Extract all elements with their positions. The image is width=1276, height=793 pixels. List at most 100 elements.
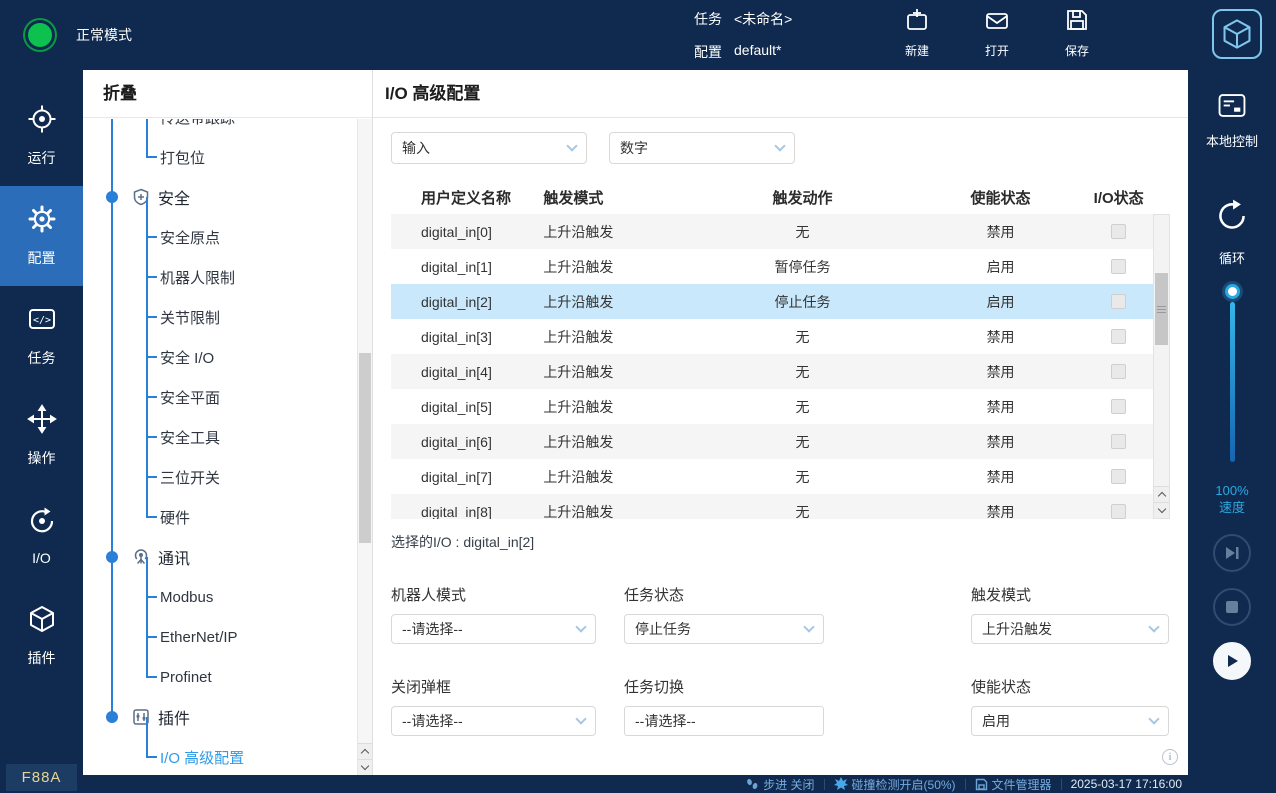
task-state-field: 任务状态 停止任务 (624, 584, 824, 644)
io-direction-select[interactable]: 输入 (391, 132, 587, 164)
speed-slider-thumb[interactable] (1225, 284, 1240, 299)
play-button[interactable] (1213, 642, 1251, 680)
speed-slider[interactable] (1188, 284, 1276, 462)
tree-connector-stub (146, 396, 157, 398)
table-row[interactable]: digital_in[3]上升沿触发无禁用 (391, 319, 1170, 354)
table-row[interactable]: digital_in[4]上升沿触发无禁用 (391, 354, 1170, 389)
table-row[interactable]: digital_in[6]上升沿触发无禁用 (391, 424, 1170, 459)
loop-label: 循环 (1219, 248, 1245, 267)
tree-item-profinet[interactable]: Profinet (83, 657, 357, 697)
io-state-checkbox[interactable] (1111, 399, 1126, 414)
divider (965, 779, 966, 790)
tree-scrollbar[interactable] (357, 119, 372, 775)
tree-item-modbus[interactable]: Modbus (83, 577, 357, 617)
scroll-down-button[interactable] (358, 759, 372, 775)
tree-item-robot-limits[interactable]: 机器人限制 (83, 257, 357, 297)
local-control-button[interactable]: 本地控制 (1188, 92, 1276, 150)
robot-mode-select[interactable]: --请选择-- (391, 614, 596, 644)
file-manager-button[interactable]: 文件管理器 (975, 776, 1052, 793)
tree-node-dot (106, 191, 118, 203)
svg-text:</>: </> (32, 315, 50, 326)
io-state-checkbox[interactable] (1111, 259, 1126, 274)
step-forward-button[interactable] (1213, 534, 1251, 572)
tree-item-io-advanced-config[interactable]: I/O 高级配置 (83, 737, 357, 775)
trigger-mode-field: 触发模式 上升沿触发 (971, 584, 1169, 644)
sidebar-item-config[interactable]: 配置 (0, 186, 83, 286)
stop-button[interactable] (1213, 588, 1251, 626)
robot-mode-field: 机器人模式 --请选择-- (391, 584, 596, 644)
open-file-icon (984, 7, 1010, 38)
tree-connector-stub (146, 236, 157, 238)
collision-detection-status[interactable]: 碰撞检测开启(50%) (834, 776, 956, 793)
step-status[interactable]: 步进 关闭 (745, 776, 814, 793)
tree-item-hardware[interactable]: 硬件 (83, 497, 357, 537)
left-sidebar: 运行 配置 </> 任务 (0, 70, 83, 793)
table-row[interactable]: digital_in[7]上升沿触发无禁用 (391, 459, 1170, 494)
enable-state-label: 使能状态 (971, 676, 1169, 697)
tree-item-conveyor-tracking[interactable]: 传送带跟踪 (83, 119, 357, 137)
tree-collapse-header[interactable]: 折叠 (83, 70, 372, 118)
table-scrollbar[interactable] (1153, 214, 1170, 519)
io-state-checkbox[interactable] (1111, 329, 1126, 344)
io-state-checkbox[interactable] (1111, 504, 1126, 519)
info-icon[interactable]: i (1162, 749, 1178, 765)
tree-item-joint-limits[interactable]: 关节限制 (83, 297, 357, 337)
io-state-checkbox[interactable] (1111, 294, 1126, 309)
brand-logo (1212, 9, 1262, 59)
io-type-select[interactable]: 数字 (609, 132, 795, 164)
save-button[interactable]: 保存 (1045, 7, 1109, 59)
tree-item-safety-tool[interactable]: 安全工具 (83, 417, 357, 457)
config-value: default* (734, 42, 781, 62)
tree-item-communication[interactable]: 通讯 (83, 537, 357, 577)
tree-scrollbar-thumb[interactable] (359, 353, 371, 543)
sidebar-item-config-label: 配置 (28, 248, 56, 268)
tree-item-three-position-switch[interactable]: 三位开关 (83, 457, 357, 497)
task-switch-input[interactable]: --请选择-- (624, 706, 824, 736)
file-actions: 新建 打开 保存 (885, 7, 1109, 59)
table-row-selected[interactable]: digital_in[2]上升沿触发停止任务启用 (391, 284, 1170, 319)
trigger-mode-select[interactable]: 上升沿触发 (971, 614, 1169, 644)
enable-state-select[interactable]: 启用 (971, 706, 1169, 736)
io-state-checkbox[interactable] (1111, 224, 1126, 239)
close-popup-select[interactable]: --请选择-- (391, 706, 596, 736)
sidebar-item-operate[interactable]: 操作 (0, 386, 83, 486)
selected-io-text: 选择的I/O : digital_in[2] (391, 532, 1170, 552)
tree-connector-stub (146, 676, 157, 678)
table-row[interactable]: digital_in[1]上升沿触发暂停任务启用 (391, 249, 1170, 284)
sidebar-item-io[interactable]: I/O (0, 486, 83, 586)
scroll-up-button[interactable] (358, 743, 372, 759)
mode-indicator-group: 正常模式 (24, 0, 132, 70)
io-state-checkbox[interactable] (1111, 469, 1126, 484)
speed-slider-track[interactable] (1230, 302, 1235, 462)
table-scrollbar-thumb[interactable] (1155, 273, 1168, 345)
tree-item-safety-home[interactable]: 安全原点 (83, 217, 357, 257)
loop-button[interactable]: 循环 (1188, 196, 1276, 267)
tree-item-plugin[interactable]: 插件 (83, 697, 357, 737)
tree-item-safety-plane[interactable]: 安全平面 (83, 377, 357, 417)
step-forward-icon (1224, 545, 1240, 561)
tree-item-safety-io[interactable]: 安全 I/O (83, 337, 357, 377)
tree-item-ethernet-ip[interactable]: EtherNet/IP (83, 617, 357, 657)
function-badge[interactable]: F88A (6, 764, 77, 791)
tree-item-safety[interactable]: 安全 (83, 177, 357, 217)
scroll-up-button[interactable] (1154, 486, 1169, 502)
tree-connector-stub (146, 436, 157, 438)
table-rows-viewport: digital_in[0]上升沿触发无禁用 digital_in[1]上升沿触发… (391, 214, 1170, 519)
sidebar-item-task[interactable]: </> 任务 (0, 286, 83, 386)
tree-item-pack-position[interactable]: 打包位 (83, 137, 357, 177)
tree-connector-line (146, 717, 148, 737)
task-state-select[interactable]: 停止任务 (624, 614, 824, 644)
io-state-checkbox[interactable] (1111, 364, 1126, 379)
table-row[interactable]: digital_in[0]上升沿触发无禁用 (391, 214, 1170, 249)
scroll-down-button[interactable] (1154, 502, 1169, 518)
new-button[interactable]: 新建 (885, 7, 949, 59)
sidebar-item-run[interactable]: 运行 (0, 86, 83, 186)
config-label: 配置 (694, 42, 722, 62)
tree-connector-stub (146, 276, 157, 278)
sidebar-item-plugin[interactable]: 插件 (0, 586, 83, 686)
disk-icon (975, 778, 988, 791)
io-state-checkbox[interactable] (1111, 434, 1126, 449)
open-button[interactable]: 打开 (965, 7, 1029, 59)
table-row[interactable]: digital_in[8]上升沿触发无禁用 (391, 494, 1170, 519)
table-row[interactable]: digital_in[5]上升沿触发无禁用 (391, 389, 1170, 424)
